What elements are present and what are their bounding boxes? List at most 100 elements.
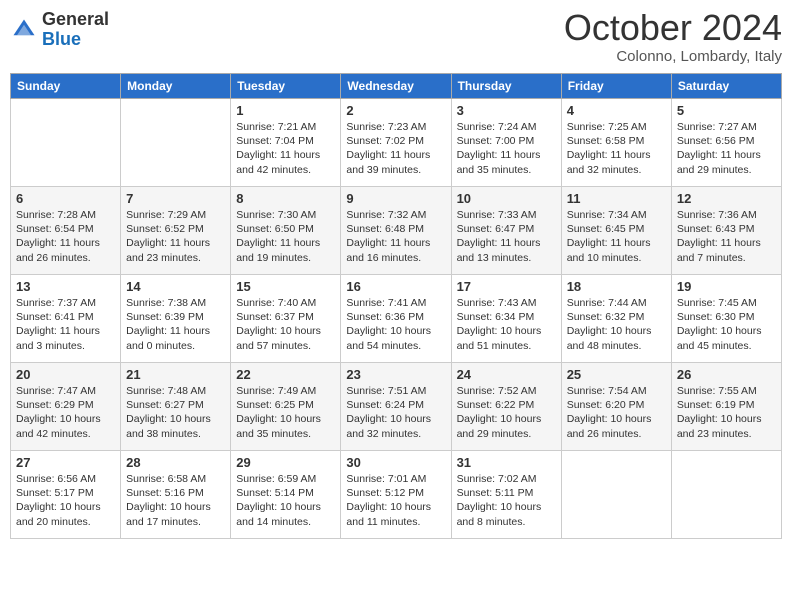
day-info: Sunrise: 7:41 AM Sunset: 6:36 PM Dayligh… bbox=[346, 296, 445, 353]
day-number: 4 bbox=[567, 103, 666, 118]
logo: General Blue bbox=[10, 10, 109, 50]
day-number: 19 bbox=[677, 279, 776, 294]
calendar-body: 1 Sunrise: 7:21 AM Sunset: 7:04 PM Daylig… bbox=[11, 99, 782, 539]
week-row-4: 20 Sunrise: 7:47 AM Sunset: 6:29 PM Dayli… bbox=[11, 363, 782, 451]
calendar-cell: 5 Sunrise: 7:27 AM Sunset: 6:56 PM Daylig… bbox=[671, 99, 781, 187]
calendar-cell bbox=[671, 451, 781, 539]
day-number: 21 bbox=[126, 367, 225, 382]
day-info: Sunrise: 7:52 AM Sunset: 6:22 PM Dayligh… bbox=[457, 384, 556, 441]
day-info: Sunrise: 7:28 AM Sunset: 6:54 PM Dayligh… bbox=[16, 208, 115, 265]
day-number: 15 bbox=[236, 279, 335, 294]
day-info: Sunrise: 7:01 AM Sunset: 5:12 PM Dayligh… bbox=[346, 472, 445, 529]
calendar-cell: 8 Sunrise: 7:30 AM Sunset: 6:50 PM Daylig… bbox=[231, 187, 341, 275]
day-number: 25 bbox=[567, 367, 666, 382]
day-info: Sunrise: 6:59 AM Sunset: 5:14 PM Dayligh… bbox=[236, 472, 335, 529]
weekday-header-row: SundayMondayTuesdayWednesdayThursdayFrid… bbox=[11, 74, 782, 99]
day-info: Sunrise: 7:32 AM Sunset: 6:48 PM Dayligh… bbox=[346, 208, 445, 265]
day-number: 28 bbox=[126, 455, 225, 470]
day-info: Sunrise: 6:58 AM Sunset: 5:16 PM Dayligh… bbox=[126, 472, 225, 529]
day-number: 11 bbox=[567, 191, 666, 206]
day-info: Sunrise: 7:44 AM Sunset: 6:32 PM Dayligh… bbox=[567, 296, 666, 353]
day-info: Sunrise: 7:37 AM Sunset: 6:41 PM Dayligh… bbox=[16, 296, 115, 353]
day-number: 24 bbox=[457, 367, 556, 382]
calendar-cell: 27Sunrise: 6:56 AM Sunset: 5:17 PM Dayli… bbox=[11, 451, 121, 539]
day-number: 14 bbox=[126, 279, 225, 294]
day-info: Sunrise: 7:54 AM Sunset: 6:20 PM Dayligh… bbox=[567, 384, 666, 441]
calendar-cell: 11 Sunrise: 7:34 AM Sunset: 6:45 PM Dayli… bbox=[561, 187, 671, 275]
day-info: Sunrise: 7:55 AM Sunset: 6:19 PM Dayligh… bbox=[677, 384, 776, 441]
weekday-header-monday: Monday bbox=[121, 74, 231, 99]
calendar-cell: 14 Sunrise: 7:38 AM Sunset: 6:39 PM Dayli… bbox=[121, 275, 231, 363]
weekday-header-thursday: Thursday bbox=[451, 74, 561, 99]
calendar-cell: 22Sunrise: 7:49 AM Sunset: 6:25 PM Dayli… bbox=[231, 363, 341, 451]
day-info: Sunrise: 7:45 AM Sunset: 6:30 PM Dayligh… bbox=[677, 296, 776, 353]
day-info: Sunrise: 7:21 AM Sunset: 7:04 PM Dayligh… bbox=[236, 120, 335, 177]
day-number: 1 bbox=[236, 103, 335, 118]
day-number: 23 bbox=[346, 367, 445, 382]
calendar-table: SundayMondayTuesdayWednesdayThursdayFrid… bbox=[10, 73, 782, 539]
day-number: 16 bbox=[346, 279, 445, 294]
week-row-2: 6 Sunrise: 7:28 AM Sunset: 6:54 PM Daylig… bbox=[11, 187, 782, 275]
calendar-cell: 7 Sunrise: 7:29 AM Sunset: 6:52 PM Daylig… bbox=[121, 187, 231, 275]
calendar-cell bbox=[121, 99, 231, 187]
day-info: Sunrise: 7:36 AM Sunset: 6:43 PM Dayligh… bbox=[677, 208, 776, 265]
calendar-cell: 19 Sunrise: 7:45 AM Sunset: 6:30 PM Dayli… bbox=[671, 275, 781, 363]
day-number: 13 bbox=[16, 279, 115, 294]
day-number: 31 bbox=[457, 455, 556, 470]
calendar-cell: 9 Sunrise: 7:32 AM Sunset: 6:48 PM Daylig… bbox=[341, 187, 451, 275]
logo-icon bbox=[10, 16, 38, 44]
day-info: Sunrise: 7:51 AM Sunset: 6:24 PM Dayligh… bbox=[346, 384, 445, 441]
weekday-header-saturday: Saturday bbox=[671, 74, 781, 99]
calendar-cell: 31 Sunrise: 7:02 AM Sunset: 5:11 PM Dayli… bbox=[451, 451, 561, 539]
weekday-header-sunday: Sunday bbox=[11, 74, 121, 99]
calendar-cell: 29 Sunrise: 6:59 AM Sunset: 5:14 PM Dayli… bbox=[231, 451, 341, 539]
month-title: October 2024 bbox=[564, 10, 782, 46]
calendar-cell: 3Sunrise: 7:24 AM Sunset: 7:00 PM Daylig… bbox=[451, 99, 561, 187]
day-info: Sunrise: 7:34 AM Sunset: 6:45 PM Dayligh… bbox=[567, 208, 666, 265]
calendar-cell: 12Sunrise: 7:36 AM Sunset: 6:43 PM Dayli… bbox=[671, 187, 781, 275]
day-number: 27 bbox=[16, 455, 115, 470]
day-number: 20 bbox=[16, 367, 115, 382]
day-info: Sunrise: 7:47 AM Sunset: 6:29 PM Dayligh… bbox=[16, 384, 115, 441]
day-number: 30 bbox=[346, 455, 445, 470]
day-info: Sunrise: 7:33 AM Sunset: 6:47 PM Dayligh… bbox=[457, 208, 556, 265]
day-number: 3 bbox=[457, 103, 556, 118]
calendar-cell: 18Sunrise: 7:44 AM Sunset: 6:32 PM Dayli… bbox=[561, 275, 671, 363]
calendar-cell: 28 Sunrise: 6:58 AM Sunset: 5:16 PM Dayli… bbox=[121, 451, 231, 539]
weekday-header-tuesday: Tuesday bbox=[231, 74, 341, 99]
day-info: Sunrise: 7:02 AM Sunset: 5:11 PM Dayligh… bbox=[457, 472, 556, 529]
day-number: 17 bbox=[457, 279, 556, 294]
logo-text: General Blue bbox=[42, 10, 109, 50]
day-number: 5 bbox=[677, 103, 776, 118]
logo-blue: Blue bbox=[42, 30, 109, 50]
week-row-1: 1 Sunrise: 7:21 AM Sunset: 7:04 PM Daylig… bbox=[11, 99, 782, 187]
location: Colonno, Lombardy, Italy bbox=[564, 48, 782, 65]
day-info: Sunrise: 7:30 AM Sunset: 6:50 PM Dayligh… bbox=[236, 208, 335, 265]
calendar-cell: 23 Sunrise: 7:51 AM Sunset: 6:24 PM Dayli… bbox=[341, 363, 451, 451]
day-number: 6 bbox=[16, 191, 115, 206]
calendar-cell bbox=[561, 451, 671, 539]
calendar-cell: 26 Sunrise: 7:55 AM Sunset: 6:19 PM Dayli… bbox=[671, 363, 781, 451]
day-info: Sunrise: 7:29 AM Sunset: 6:52 PM Dayligh… bbox=[126, 208, 225, 265]
day-info: Sunrise: 7:27 AM Sunset: 6:56 PM Dayligh… bbox=[677, 120, 776, 177]
day-number: 8 bbox=[236, 191, 335, 206]
calendar-cell: 30 Sunrise: 7:01 AM Sunset: 5:12 PM Dayli… bbox=[341, 451, 451, 539]
day-info: Sunrise: 7:38 AM Sunset: 6:39 PM Dayligh… bbox=[126, 296, 225, 353]
day-number: 2 bbox=[346, 103, 445, 118]
title-block: October 2024 Colonno, Lombardy, Italy bbox=[564, 10, 782, 65]
calendar-cell: 2Sunrise: 7:23 AM Sunset: 7:02 PM Daylig… bbox=[341, 99, 451, 187]
day-number: 29 bbox=[236, 455, 335, 470]
day-number: 9 bbox=[346, 191, 445, 206]
calendar-cell: 1 Sunrise: 7:21 AM Sunset: 7:04 PM Daylig… bbox=[231, 99, 341, 187]
logo-general: General bbox=[42, 10, 109, 30]
day-number: 22 bbox=[236, 367, 335, 382]
calendar-cell: 15 Sunrise: 7:40 AM Sunset: 6:37 PM Dayli… bbox=[231, 275, 341, 363]
day-number: 7 bbox=[126, 191, 225, 206]
calendar-cell: 10Sunrise: 7:33 AM Sunset: 6:47 PM Dayli… bbox=[451, 187, 561, 275]
day-number: 26 bbox=[677, 367, 776, 382]
day-info: Sunrise: 7:40 AM Sunset: 6:37 PM Dayligh… bbox=[236, 296, 335, 353]
calendar-cell: 20 Sunrise: 7:47 AM Sunset: 6:29 PM Dayli… bbox=[11, 363, 121, 451]
calendar-cell: 4Sunrise: 7:25 AM Sunset: 6:58 PM Daylig… bbox=[561, 99, 671, 187]
calendar-cell: 6 Sunrise: 7:28 AM Sunset: 6:54 PM Daylig… bbox=[11, 187, 121, 275]
calendar-cell: 13 Sunrise: 7:37 AM Sunset: 6:41 PM Dayli… bbox=[11, 275, 121, 363]
